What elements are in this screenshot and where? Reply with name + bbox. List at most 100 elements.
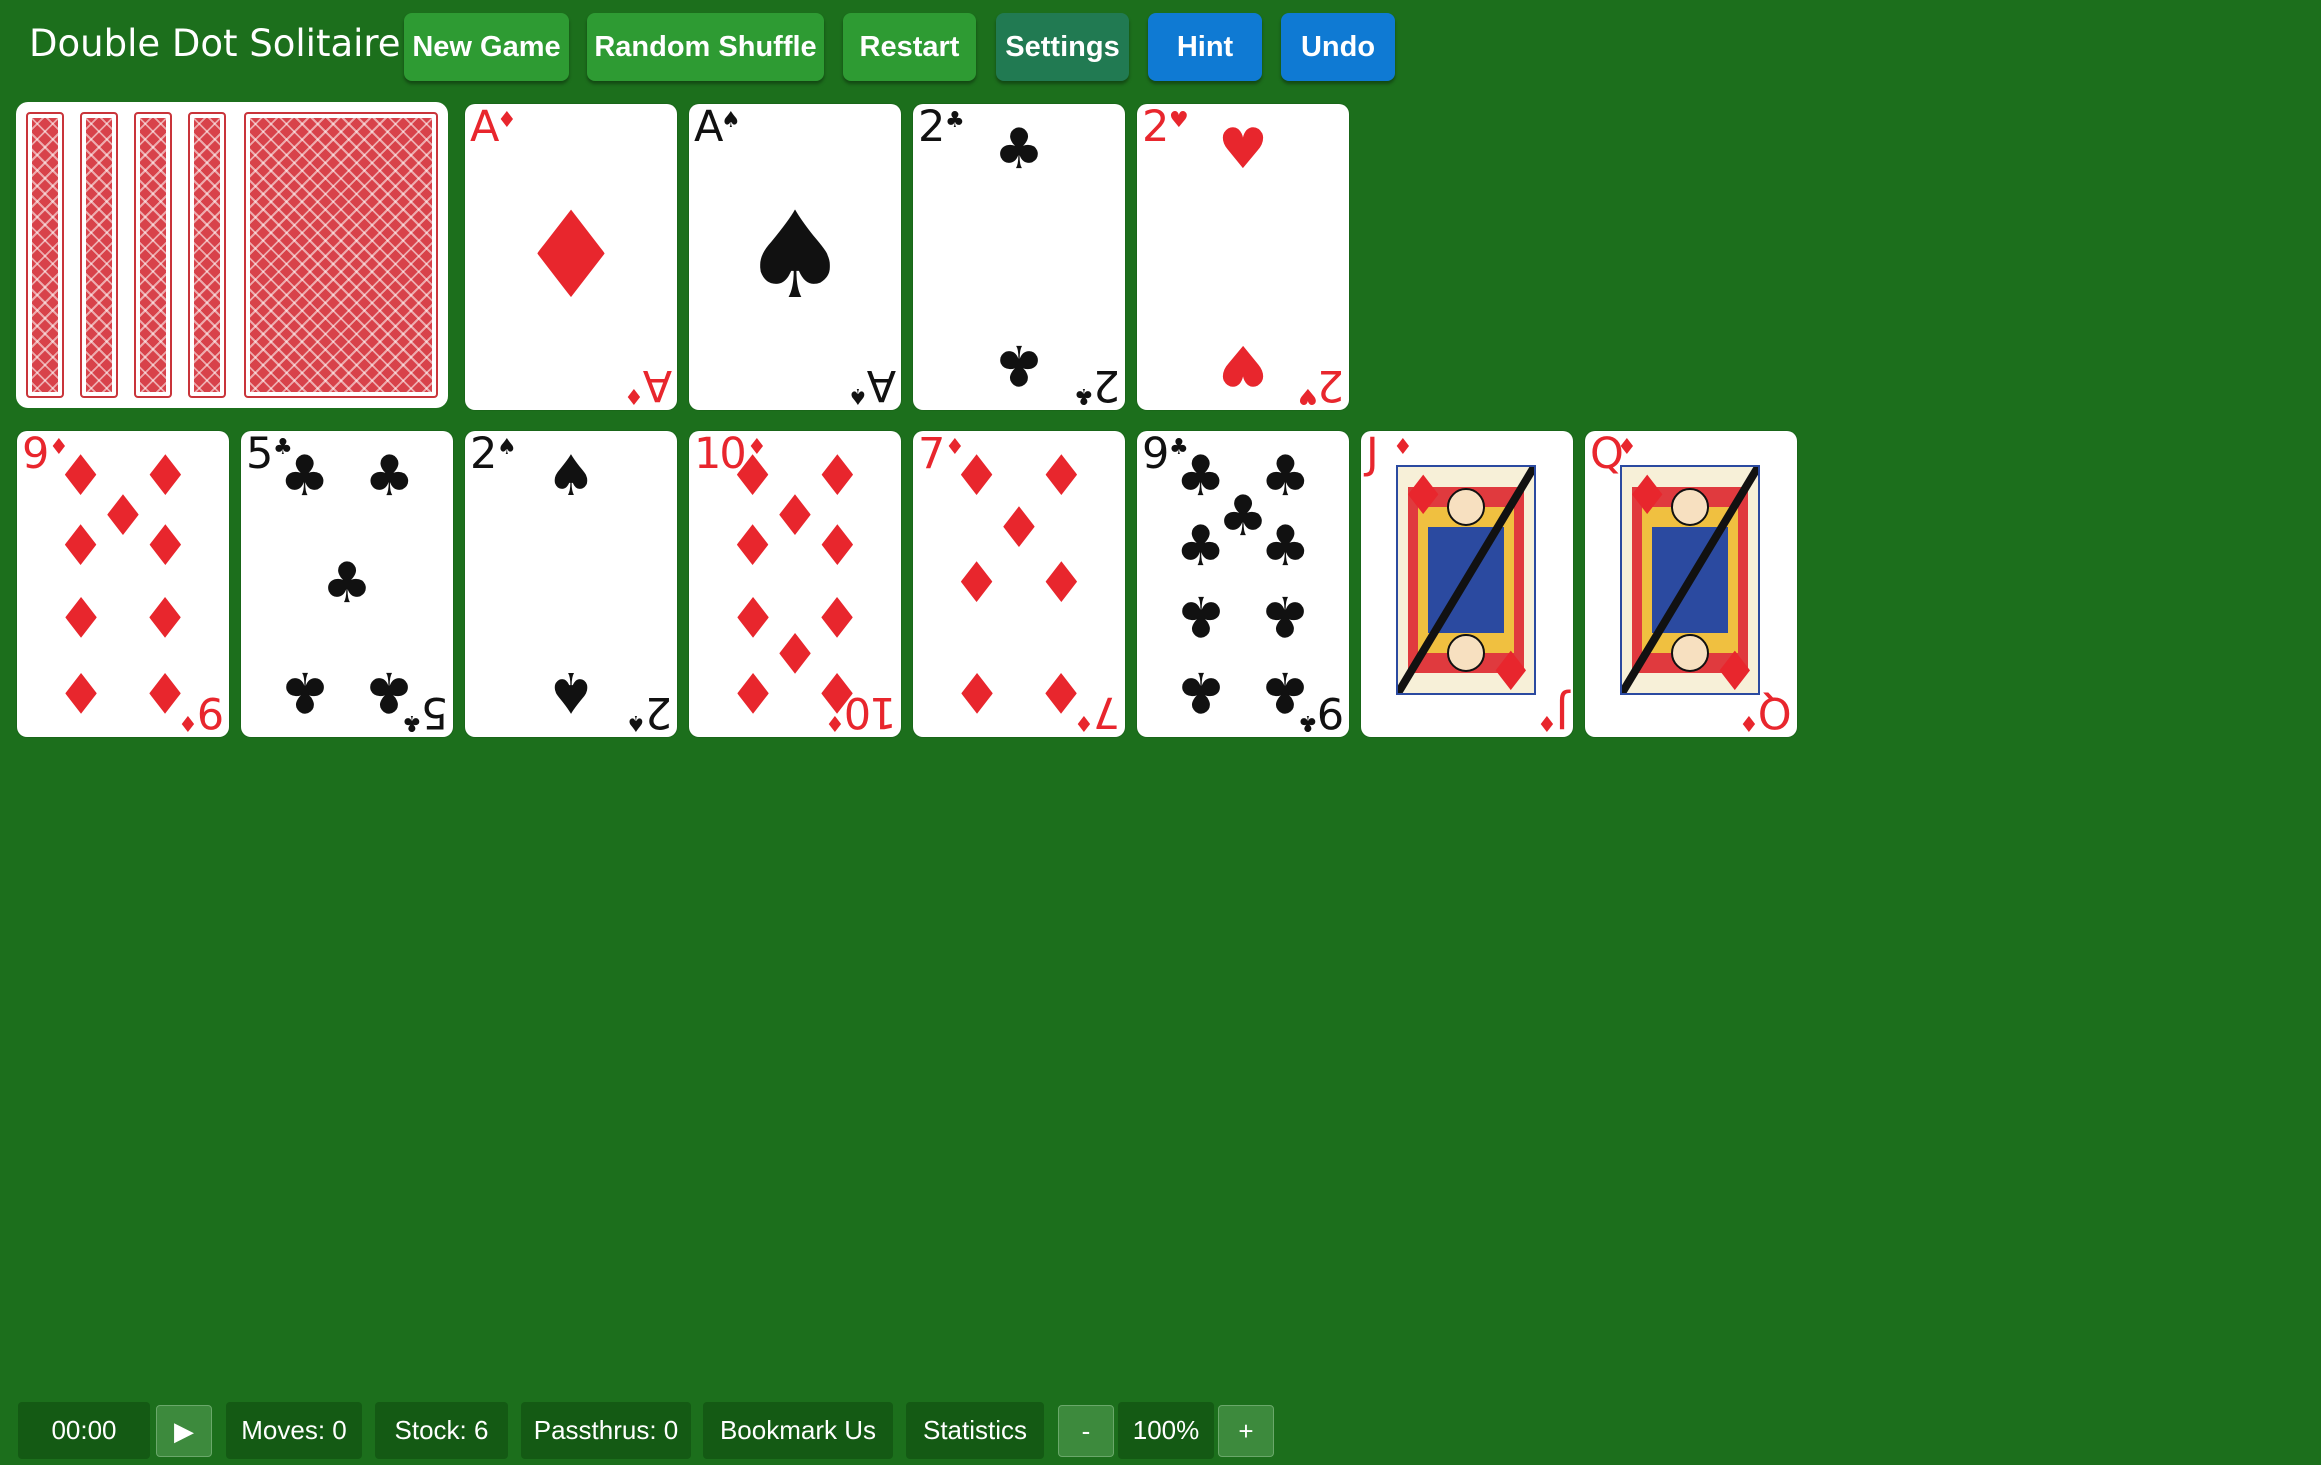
card-pip-icon: ♣ [364, 443, 415, 509]
zoom-in-button[interactable]: + [1218, 1405, 1274, 1457]
timer-display: 00:00 [18, 1402, 150, 1459]
card-pip-icon: ♣ [321, 551, 373, 616]
card-rank: 9 [1142, 431, 1169, 479]
moves-counter: Moves: 0 [226, 1402, 362, 1459]
card-corner: 2 ♥ [1297, 360, 1344, 410]
card-corner: 2 ♣ [1073, 360, 1120, 410]
card-tableau-7[interactable]: J ♦ J ♦ ♦ ♦ [1361, 431, 1573, 737]
undo-button[interactable]: Undo [1281, 13, 1395, 81]
card-tableau-6[interactable]: 9 ♣ 9 ♣ ♣ ♣ ♣ ♣ ♣ ♣ ♣ ♣ ♣ [1137, 431, 1349, 737]
card-pip-icon: ♥ [1217, 332, 1269, 398]
card-suit-icon: ♦ [1536, 710, 1557, 735]
card-pip-icon: ♣ [1260, 582, 1311, 648]
card-suit-icon: ♠ [721, 108, 741, 133]
card-pip-icon: ♦ [140, 659, 191, 725]
card-foundation-2[interactable]: A ♠ A ♠ ♠ [689, 104, 901, 410]
card-suit-icon: ♥ [1297, 383, 1318, 408]
card-back [26, 112, 64, 398]
card-suit-icon: ♦ [1399, 464, 1448, 527]
card-tableau-5[interactable]: 7 ♦ 7 ♦ ♦ ♦ ♦ ♦ ♦ ♦ ♦ [913, 431, 1125, 737]
card-corner: J ♦ [1536, 687, 1568, 737]
card-tableau-8[interactable]: Q ♦ Q ♦ ♦ ♦ [1585, 431, 1797, 737]
zoom-out-button[interactable]: - [1058, 1405, 1114, 1457]
card-pip-icon: ♦ [1036, 551, 1087, 616]
card-rank: 7 [1094, 687, 1120, 737]
card-rank: J [1366, 431, 1379, 479]
card-pip-icon: ♦ [812, 659, 863, 725]
card-pip-icon: ♦ [727, 514, 778, 580]
card-suit-icon: ♦ [497, 108, 517, 133]
card-suit-icon: ♣ [945, 108, 965, 133]
card-pip-icon: ♦ [727, 659, 778, 725]
card-pip-icon: ♥ [1217, 116, 1269, 182]
card-pip-icon: ♦ [97, 483, 149, 549]
card-pip-icon: ♣ [1260, 659, 1311, 725]
card-suit-icon: ♦ [1617, 435, 1637, 460]
card-tableau-4[interactable]: 10 ♦ 10 ♦ ♦ ♦ ♦ ♦ ♦ ♦ ♦ ♦ ♦ ♦ [689, 431, 901, 737]
hint-button[interactable]: Hint [1148, 13, 1262, 81]
card-pip-icon: ♠ [545, 659, 597, 725]
statistics-button[interactable]: Statistics [906, 1402, 1044, 1459]
card-rank: 7 [918, 431, 945, 479]
card-suit-icon: ♦ [1393, 435, 1413, 460]
card-pip-icon: ♣ [993, 116, 1045, 182]
card-suit-icon: ♦ [1623, 464, 1672, 527]
card-foundation-3[interactable]: 2 ♣ 2 ♣ ♣ ♣ [913, 104, 1125, 410]
card-rank: J [1557, 687, 1568, 737]
card-suit-icon: ♦ [623, 383, 644, 408]
card-pip-icon: ♦ [55, 659, 106, 725]
card-tableau-3[interactable]: 2 ♠ 2 ♠ ♠ ♠ [465, 431, 677, 737]
card-rank: 9 [1318, 687, 1344, 737]
card-pip-icon: ♦ [951, 659, 1002, 725]
new-game-button[interactable]: New Game [404, 13, 569, 81]
card-rank: 2 [1094, 360, 1120, 410]
restart-button[interactable]: Restart [843, 13, 976, 81]
card-pip-icon: ♣ [1217, 483, 1269, 549]
card-suit-icon: ♠ [847, 383, 868, 408]
card-back [134, 112, 172, 398]
card-suit-icon: ♠ [497, 435, 517, 460]
card-pip-icon: ♦ [951, 551, 1002, 616]
card-back [244, 112, 438, 398]
card-suit-icon: ♠ [625, 710, 646, 735]
card-pip-icon: ♦ [1036, 659, 1087, 725]
random-shuffle-button[interactable]: Random Shuffle [587, 13, 824, 81]
card-pip-icon: ♣ [1175, 659, 1226, 725]
play-icon[interactable]: ▶ [156, 1405, 212, 1457]
card-pip-icon: ♦ [55, 582, 106, 648]
card-rank: A [644, 360, 672, 410]
card-rank: 5 [422, 687, 448, 737]
settings-button[interactable]: Settings [996, 13, 1129, 81]
card-rank: 5 [246, 431, 273, 479]
card-pip-icon: ♣ [279, 659, 330, 725]
card-foundation-4[interactable]: 2 ♥ 2 ♥ ♥ ♥ [1137, 104, 1349, 410]
card-rank: 2 [918, 104, 945, 152]
card-rank: 2 [646, 687, 672, 737]
card-pip-icon: ♣ [993, 332, 1045, 398]
card-corner: A ♦ [623, 360, 672, 410]
card-back [188, 112, 226, 398]
passthrus-counter: Passthrus: 0 [521, 1402, 691, 1459]
card-pip-icon: ♣ [1175, 582, 1226, 648]
card-rank: A [868, 360, 896, 410]
card-pip-icon: ♠ [545, 443, 597, 509]
card-suit-icon: ♦ [1710, 640, 1759, 703]
card-rank: 9 [198, 687, 224, 737]
bookmark-button[interactable]: Bookmark Us [703, 1402, 893, 1459]
card-corner: 2 ♠ [625, 687, 672, 737]
card-corner: A ♠ [847, 360, 896, 410]
card-tableau-1[interactable]: 9 ♦ 9 ♦ ♦ ♦ ♦ ♦ ♦ ♦ ♦ ♦ ♦ [17, 431, 229, 737]
card-tableau-2[interactable]: 5 ♣ 5 ♣ ♣ ♣ ♣ ♣ ♣ [241, 431, 453, 737]
card-suit-icon: ♣ [1073, 383, 1094, 408]
card-pip-icon: ♣ [279, 443, 330, 509]
card-pip-icon: ♠ [741, 187, 849, 326]
card-foundation-1[interactable]: A ♦ A ♦ ♦ [465, 104, 677, 410]
card-pip-icon: ♦ [517, 187, 625, 326]
stock-pile[interactable] [16, 102, 448, 408]
card-rank: 2 [1318, 360, 1344, 410]
card-pip-icon: ♦ [993, 495, 1045, 561]
card-suit-icon: ♦ [1739, 710, 1760, 735]
stock-counter: Stock: 6 [375, 1402, 508, 1459]
app-title: Double Dot Solitaire [29, 22, 401, 65]
zoom-level: 100% [1118, 1402, 1214, 1459]
